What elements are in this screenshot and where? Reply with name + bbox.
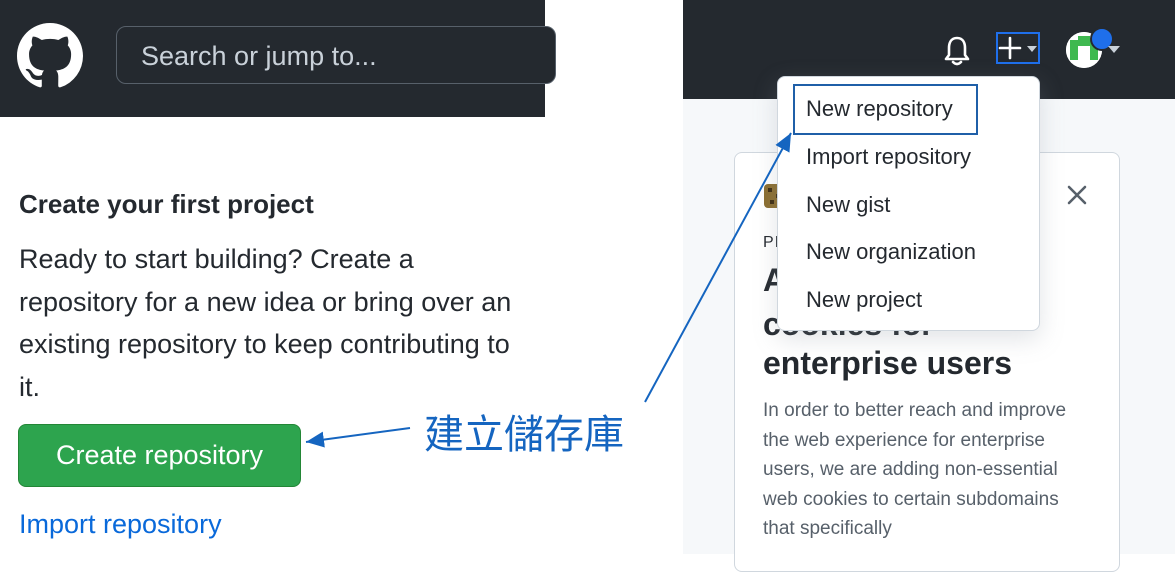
menu-item-import-repository[interactable]: Import repository — [806, 144, 971, 170]
import-repository-link[interactable]: Import repository — [19, 509, 222, 540]
search-placeholder: Search or jump to... — [141, 41, 377, 71]
menu-item-new-project[interactable]: New project — [806, 287, 922, 313]
first-project-description: Ready to start building? Create a reposi… — [19, 244, 512, 402]
caret-down-icon — [1108, 46, 1120, 53]
close-icon[interactable] — [1066, 184, 1088, 206]
plus-icon — [998, 36, 1022, 60]
menu-item-new-organization[interactable]: New organization — [806, 239, 976, 265]
caret-down-icon — [1027, 46, 1037, 52]
menu-item-new-gist[interactable]: New gist — [806, 192, 890, 218]
new-repository-highlight — [793, 84, 978, 135]
bell-icon[interactable] — [943, 35, 971, 67]
search-input[interactable]: Search or jump to... — [116, 26, 556, 84]
card-title-line3: enterprise users — [763, 345, 1013, 381]
create-repository-button[interactable]: Create repository — [18, 424, 301, 487]
first-project-title: Create your first project — [19, 189, 314, 219]
annotation-arrow-to-button — [305, 427, 411, 448]
annotation-label: 建立儲存庫 — [424, 412, 624, 458]
github-logo-icon[interactable] — [17, 23, 83, 89]
card-body: In order to better reach and improve the… — [763, 400, 1067, 539]
